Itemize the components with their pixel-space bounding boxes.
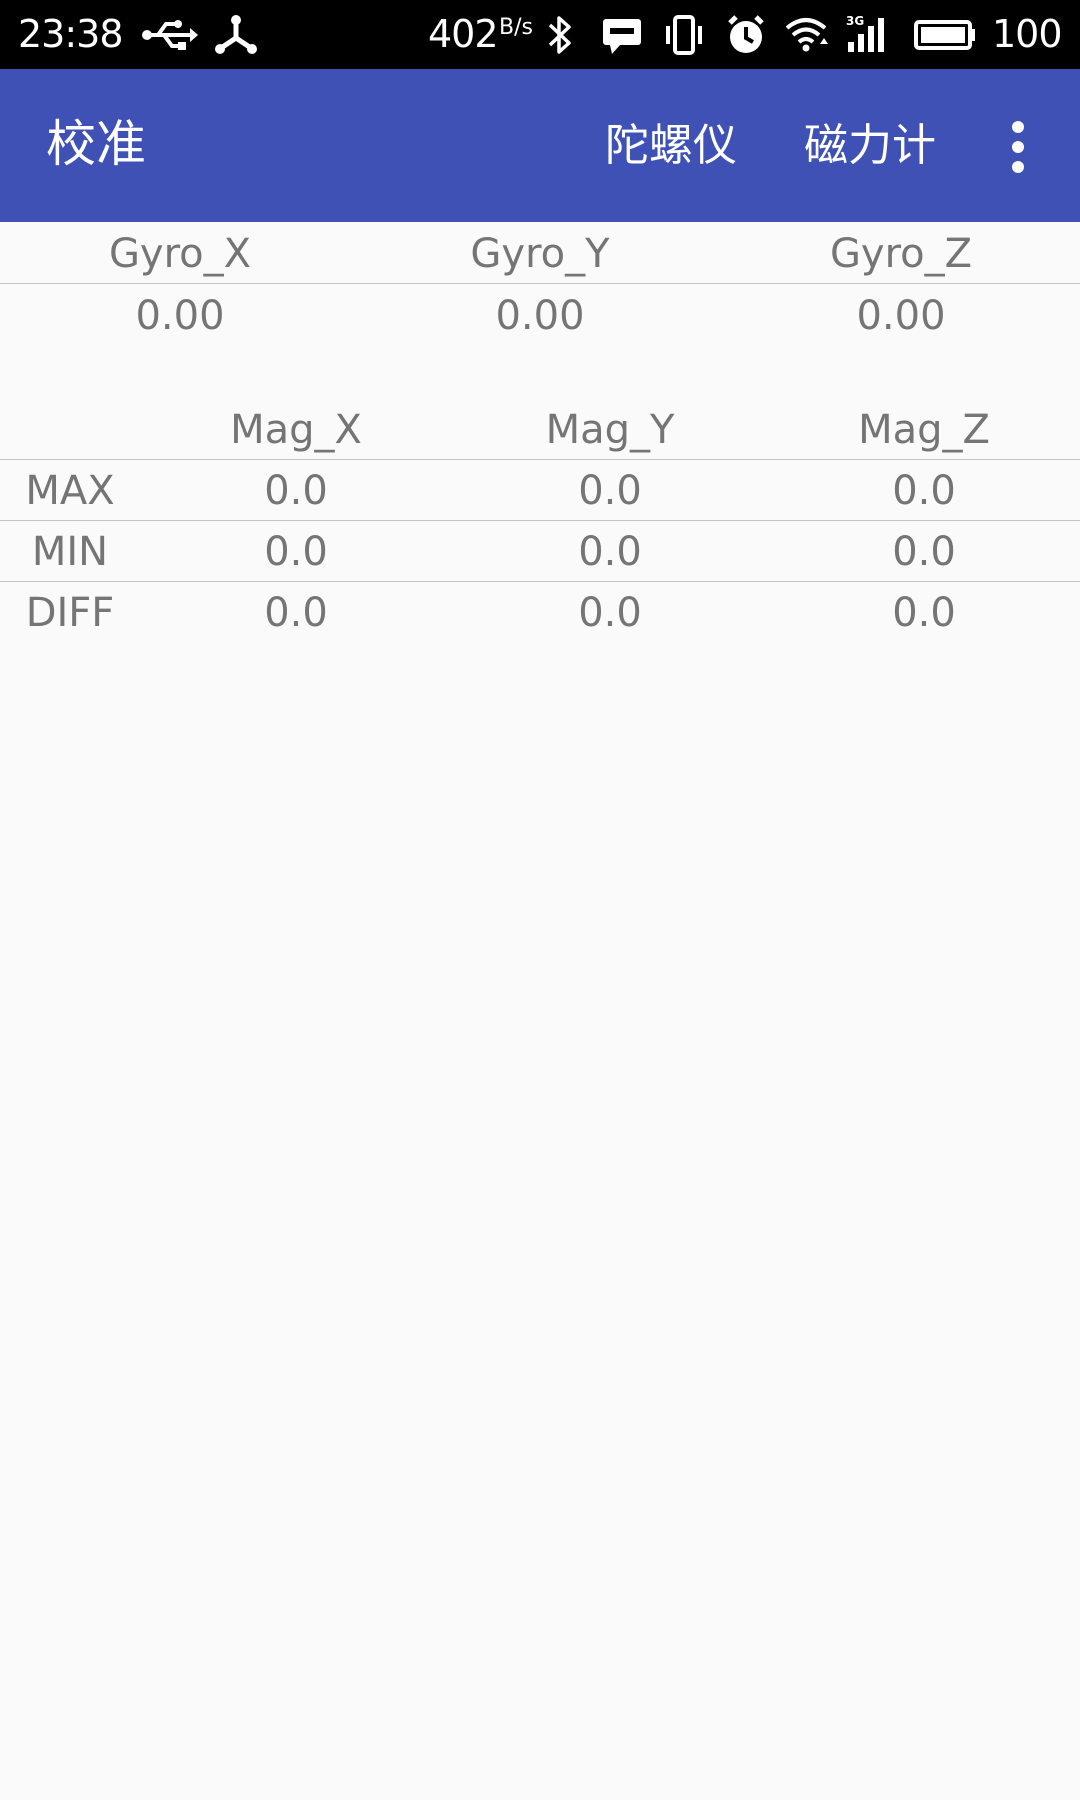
usb-icon bbox=[142, 20, 198, 50]
mag-row-divider bbox=[0, 520, 1080, 521]
gyro-value-y: 0.00 bbox=[495, 293, 585, 339]
gyroscope-action-button[interactable]: 陀螺仪 bbox=[605, 117, 737, 175]
gyro-header-divider bbox=[0, 283, 1080, 284]
magnetometer-action-button[interactable]: 磁力计 bbox=[804, 117, 936, 175]
mag-header-divider bbox=[0, 459, 1080, 460]
vibrate-icon bbox=[666, 15, 702, 55]
alarm-icon bbox=[728, 15, 764, 53]
battery-icon bbox=[914, 20, 975, 50]
mag-row-divider bbox=[0, 581, 1080, 582]
mag-row-label: MAX bbox=[25, 468, 115, 514]
bluetooth-icon bbox=[548, 16, 571, 54]
mag-header-z: Mag_Z bbox=[858, 407, 990, 453]
mag-min-y: 0.0 bbox=[578, 529, 642, 575]
mag-header-x: Mag_X bbox=[230, 407, 362, 453]
mag-diff-y: 0.0 bbox=[578, 590, 642, 636]
mag-row-label: DIFF bbox=[25, 590, 115, 636]
status-time: 23:38 bbox=[18, 12, 124, 56]
mag-diff-x: 0.0 bbox=[264, 590, 328, 636]
gyro-header-x: Gyro_X bbox=[108, 231, 252, 277]
more-vert-icon[interactable] bbox=[1000, 117, 1036, 177]
mag-max-x: 0.0 bbox=[264, 468, 328, 514]
mag-min-x: 0.0 bbox=[264, 529, 328, 575]
message-icon bbox=[603, 19, 641, 54]
mag-max-y: 0.0 bbox=[578, 468, 642, 514]
svg-text:3G: 3G bbox=[846, 14, 864, 28]
app-bar: 校准 陀螺仪 磁力计 bbox=[0, 69, 1080, 222]
wifi-icon bbox=[785, 18, 828, 52]
mag-header-y: Mag_Y bbox=[545, 407, 675, 453]
battery-percent: 100 bbox=[992, 12, 1063, 56]
status-bar: 23:38 402 B/s 3G 100 bbox=[0, 0, 1080, 69]
mag-max-z: 0.0 bbox=[892, 468, 956, 514]
share-icon bbox=[215, 15, 257, 54]
mag-diff-z: 0.0 bbox=[892, 590, 956, 636]
net-speed: 402 bbox=[428, 12, 499, 56]
net-speed-unit: B/s bbox=[499, 15, 533, 40]
gyro-value-z: 0.00 bbox=[856, 293, 946, 339]
gyro-header-y: Gyro_Y bbox=[470, 231, 610, 277]
mag-row-label: MIN bbox=[31, 529, 109, 575]
page-title: 校准 bbox=[46, 115, 146, 173]
signal-3g-icon: 3G bbox=[846, 14, 884, 52]
gyro-value-x: 0.00 bbox=[135, 293, 225, 339]
mag-min-z: 0.0 bbox=[892, 529, 956, 575]
gyro-header-z: Gyro_Z bbox=[829, 231, 973, 277]
